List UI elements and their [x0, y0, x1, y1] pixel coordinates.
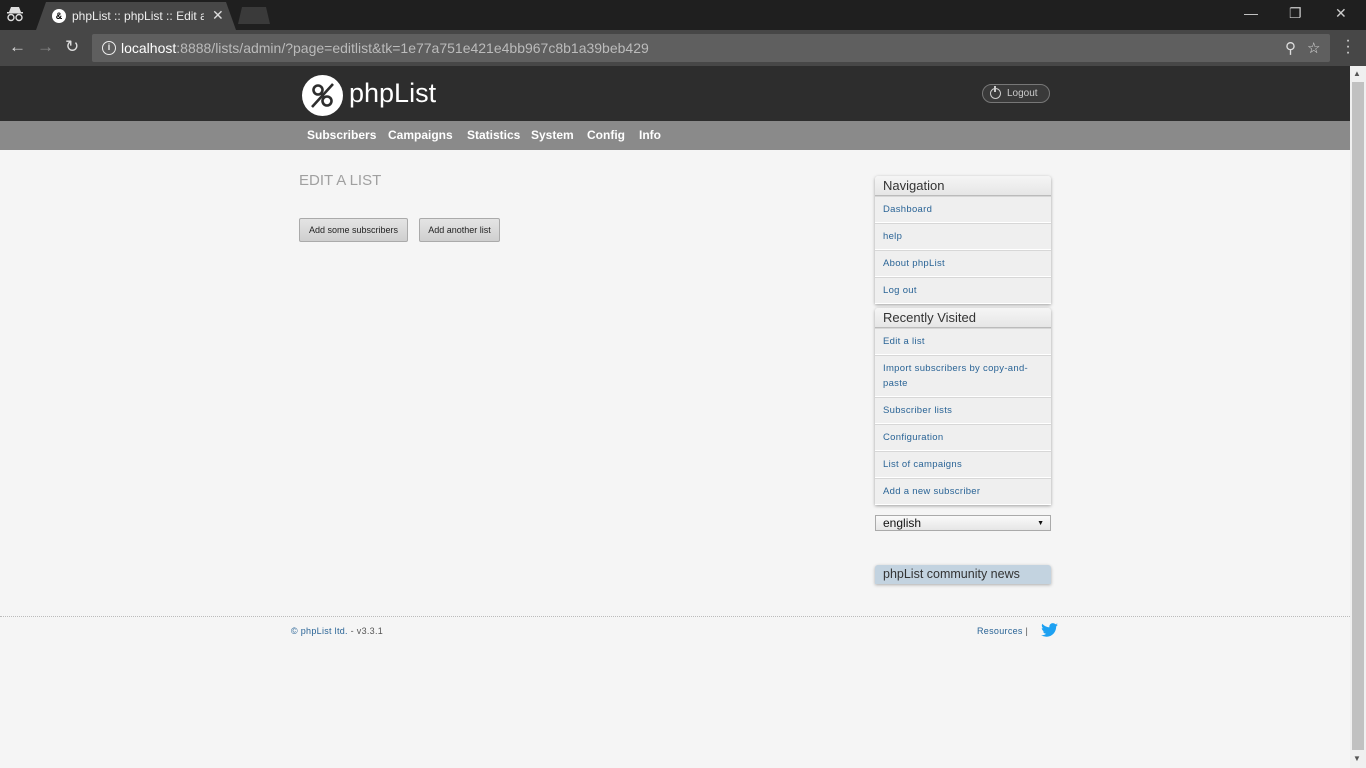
recent-link-campaigns[interactable]: List of campaigns [875, 451, 1051, 478]
recent-link-import[interactable]: Import subscribers by copy-and-paste [875, 355, 1051, 397]
address-bar[interactable]: i localhost:8888/lists/admin/?page=editl… [92, 34, 1330, 62]
page-title: EDIT A LIST [299, 172, 382, 189]
url-text[interactable]: localhost:8888/lists/admin/?page=editlis… [121, 40, 649, 56]
logout-label: Logout [1007, 88, 1038, 99]
menu-item-info[interactable]: Info [639, 128, 661, 142]
scroll-up-icon[interactable]: ▲ [1353, 69, 1361, 78]
recent-link-subscriber-lists[interactable]: Subscriber lists [875, 397, 1051, 424]
phplist-favicon-icon: & [52, 9, 66, 23]
nav-link-logout[interactable]: Log out [875, 277, 1051, 304]
version-text: - v3.3.1 [347, 626, 384, 636]
browser-menu-icon[interactable]: · · · [1343, 33, 1353, 61]
zoom-icon[interactable]: ⚲ [1285, 39, 1296, 57]
incognito-icon [6, 6, 26, 24]
language-select[interactable]: english ▼ [875, 515, 1051, 531]
scroll-thumb[interactable] [1352, 82, 1364, 750]
reload-icon[interactable]: ↻ [65, 38, 79, 56]
menu-item-config[interactable]: Config [587, 128, 625, 142]
nav-link-about[interactable]: About phpList [875, 250, 1051, 277]
browser-toolbar: ← → ↻ i localhost:8888/lists/admin/?page… [0, 30, 1366, 66]
tab-title: phpList :: phpList :: Edit a list [72, 9, 204, 23]
site-info-icon[interactable]: i [102, 41, 116, 55]
navigation-panel: Navigation Dashboard help About phpList … [875, 176, 1051, 304]
community-news-panel[interactable]: phpList community news [875, 565, 1051, 584]
main-menu: Subscribers Campaigns Statistics System … [0, 121, 1350, 150]
recent-link-configuration[interactable]: Configuration [875, 424, 1051, 451]
scroll-down-icon[interactable]: ▼ [1353, 754, 1361, 763]
footer-separator: | [1025, 626, 1029, 636]
logo-text[interactable]: phpList [349, 78, 436, 109]
bookmark-star-icon[interactable]: ☆ [1307, 39, 1320, 57]
footer-resources: Resources | [977, 626, 1028, 636]
menu-item-subscribers[interactable]: Subscribers [307, 128, 376, 142]
new-tab-button[interactable] [238, 7, 270, 24]
window-close-icon[interactable]: ✕ [1335, 5, 1347, 22]
add-another-list-button[interactable]: Add another list [419, 218, 500, 242]
page-scrollbar[interactable]: ▲ ▼ [1350, 66, 1366, 768]
nav-link-dashboard[interactable]: Dashboard [875, 196, 1051, 223]
browser-tab[interactable]: & phpList :: phpList :: Edit a list ✕ [36, 2, 236, 30]
page-viewport: phpList Logout Subscribers Campaigns Sta… [0, 66, 1350, 768]
nav-link-help[interactable]: help [875, 223, 1051, 250]
footer-divider [0, 616, 1350, 617]
back-icon[interactable]: ← [9, 38, 26, 56]
recent-link-edit-list[interactable]: Edit a list [875, 328, 1051, 355]
browser-tabbar: & phpList :: phpList :: Edit a list ✕ — … [0, 0, 1366, 30]
menu-item-statistics[interactable]: Statistics [467, 128, 520, 142]
site-header: phpList Logout [0, 66, 1350, 121]
forward-icon[interactable]: → [37, 38, 54, 56]
dropdown-arrow-icon: ▼ [1037, 520, 1044, 527]
logout-button[interactable]: Logout [982, 84, 1050, 103]
power-icon [990, 86, 1001, 99]
twitter-icon[interactable] [1041, 623, 1058, 642]
copyright-link[interactable]: © phpList ltd. [291, 626, 348, 636]
minimize-icon[interactable]: — [1244, 5, 1258, 21]
menu-item-system[interactable]: System [531, 128, 574, 142]
recently-visited-panel: Recently Visited Edit a list Import subs… [875, 308, 1051, 505]
recent-link-add-subscriber[interactable]: Add a new subscriber [875, 478, 1051, 505]
phplist-logo-icon[interactable] [302, 75, 343, 116]
language-value: english [883, 516, 922, 530]
navigation-title: Navigation [875, 176, 1051, 196]
footer-copyright: © phpList ltd. - v3.3.1 [291, 626, 383, 636]
tab-close-icon[interactable]: ✕ [212, 7, 224, 24]
add-subscribers-button[interactable]: Add some subscribers [299, 218, 408, 242]
menu-item-campaigns[interactable]: Campaigns [388, 128, 453, 142]
restore-icon[interactable]: ❐ [1289, 5, 1302, 22]
resources-link[interactable]: Resources [977, 626, 1023, 636]
recently-visited-title: Recently Visited [875, 308, 1051, 328]
